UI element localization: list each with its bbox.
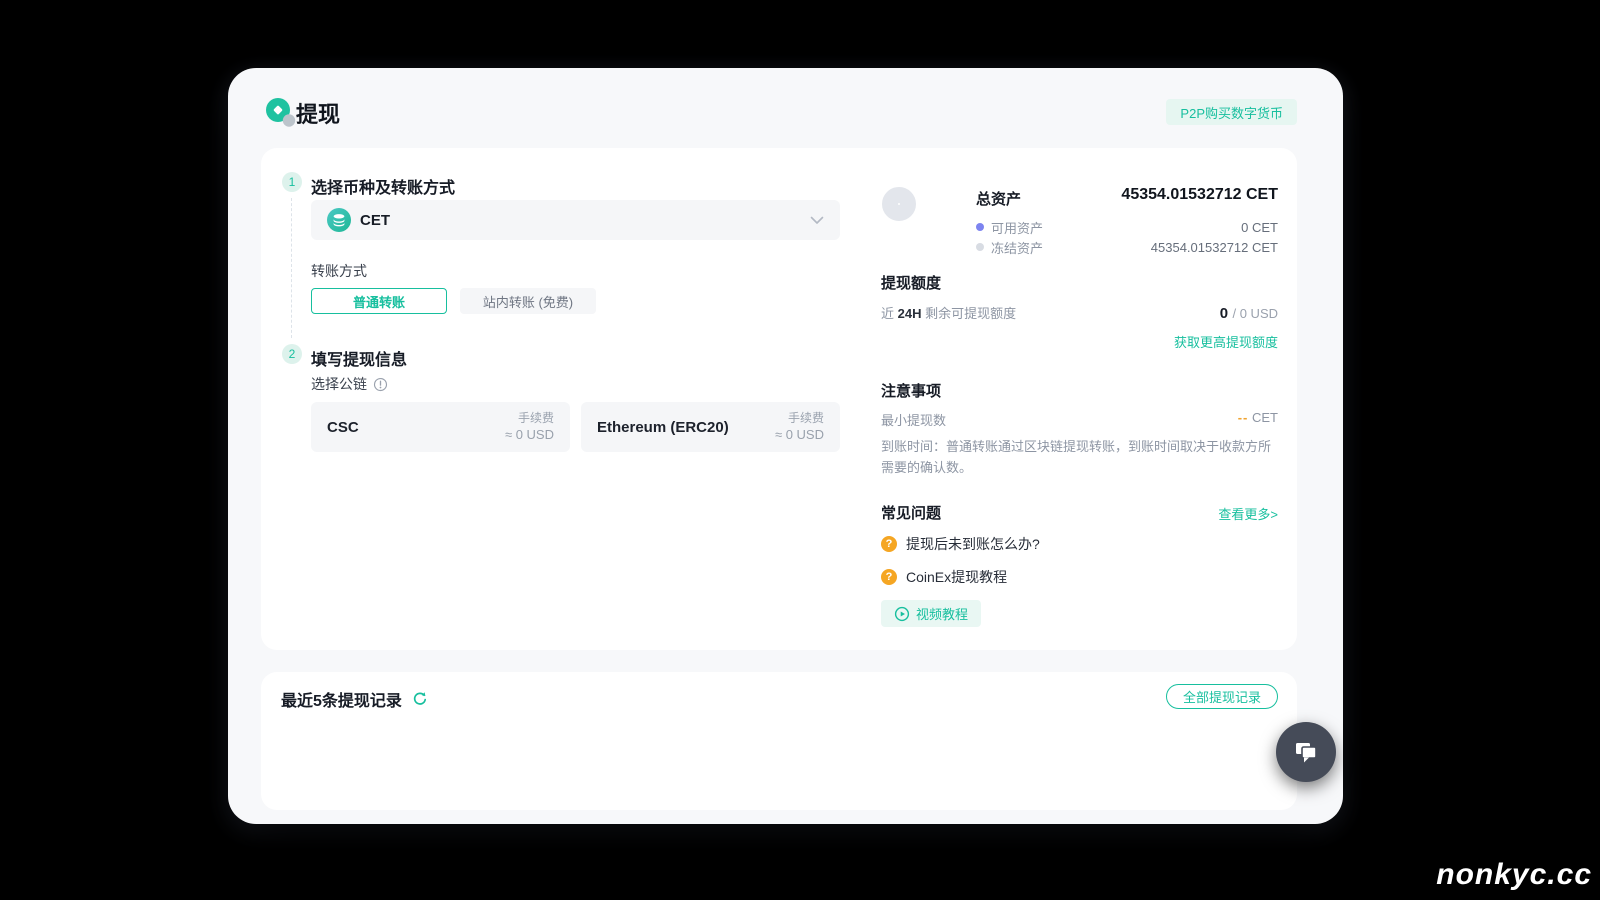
records-card: 最近5条提现记录 全部提现记录	[261, 672, 1297, 810]
question-icon: ?	[881, 569, 897, 585]
arrival-time-note: 到账时间：普通转账通过区块链提现转账，到账时间取决于收款方所需要的确认数。	[881, 436, 1278, 479]
fee-value: ≈ 0 USD	[775, 426, 824, 444]
available-legend-dot	[976, 223, 984, 231]
withdraw-main-card: 1 选择币种及转账方式 CET	[261, 148, 1297, 650]
fee-value: ≈ 0 USD	[505, 426, 554, 444]
faq-more-link[interactable]: 查看更多>	[1218, 504, 1278, 523]
records-title: 最近5条提现记录	[281, 687, 402, 711]
chain-fee: 手续费 ≈ 0 USD	[775, 410, 824, 444]
step-2-title: 填写提现信息	[311, 346, 407, 370]
page-title: 提现	[296, 97, 340, 129]
quota-section-title: 提现额度	[881, 272, 941, 293]
p2p-buy-button[interactable]: P2P购买数字货币	[1166, 99, 1297, 125]
all-records-button[interactable]: 全部提现记录	[1166, 684, 1278, 709]
available-assets-label: 可用资产	[991, 218, 1043, 237]
coin-select-dropdown[interactable]: CET	[311, 200, 840, 240]
min-withdrawal-label: 最小提现数	[881, 410, 946, 429]
frozen-assets-value: 45354.01532712 CET	[1151, 240, 1278, 255]
quota-row: 近 24H 剩余可提现额度 0 / 0 USD	[881, 303, 1278, 323]
faq-item-text: 提现后未到账怎么办?	[906, 534, 1040, 554]
notes-section-title: 注意事项	[881, 380, 941, 401]
chat-bubbles-icon	[1291, 737, 1321, 767]
chat-support-button[interactable]	[1276, 722, 1336, 782]
asset-donut-chart	[882, 187, 916, 221]
quota-value: 0 / 0 USD	[1220, 305, 1278, 323]
frozen-assets-row: 冻结资产 45354.01532712 CET	[976, 239, 1278, 255]
header: 提现 P2P购买数字货币	[228, 68, 1343, 148]
info-panel: 总资产 45354.01532712 CET 可用资产 0 CET 冻结资产 4…	[881, 148, 1278, 650]
records-title-row: 最近5条提现记录	[281, 687, 428, 711]
faq-section-title: 常见问题	[881, 502, 941, 523]
chain-select-label-row: 选择公链	[311, 374, 388, 394]
info-icon[interactable]	[373, 377, 388, 392]
chain-cards: CSC 手续费 ≈ 0 USD Ethereum (ERC20) 手续费 ≈ 0…	[311, 402, 840, 452]
min-withdrawal-value: -- CET	[1238, 410, 1278, 429]
page-background: { "header": { "title": "提现", "p2p_button…	[0, 0, 1600, 900]
transfer-option-normal[interactable]: 普通转账	[311, 288, 447, 314]
frozen-assets-label: 冻结资产	[991, 238, 1043, 257]
transfer-method-options: 普通转账 站内转账 (免费)	[311, 288, 596, 314]
video-tutorial-label: 视频教程	[916, 604, 968, 623]
coin-logo-icon	[265, 97, 297, 129]
video-tutorial-button[interactable]: 视频教程	[881, 600, 981, 627]
available-assets-value: 0 CET	[1241, 220, 1278, 235]
total-assets-value: 45354.01532712 CET	[1121, 186, 1278, 204]
higher-quota-link[interactable]: 获取更高提现额度	[1174, 332, 1278, 351]
available-assets-row: 可用资产 0 CET	[976, 219, 1278, 235]
chain-name: Ethereum (ERC20)	[597, 419, 729, 436]
faq-item-tutorial[interactable]: ? CoinEx提现教程	[881, 567, 1007, 587]
chain-card-ethereum[interactable]: Ethereum (ERC20) 手续费 ≈ 0 USD	[581, 402, 840, 452]
step-1-title: 选择币种及转账方式	[311, 174, 455, 198]
faq-item-text: CoinEx提现教程	[906, 567, 1007, 587]
refresh-icon[interactable]	[412, 691, 428, 707]
chain-select-label: 选择公链	[311, 374, 367, 394]
watermark: nonkyc.cc	[1436, 858, 1592, 892]
frozen-legend-dot	[976, 243, 984, 251]
withdraw-window: 提现 P2P购买数字货币 1 选择币种及转账方式	[228, 68, 1343, 824]
quota-description: 近 24H 剩余可提现额度	[881, 303, 1016, 322]
chevron-down-icon	[810, 216, 824, 225]
chain-name: CSC	[327, 419, 359, 436]
question-icon: ?	[881, 536, 897, 552]
step-1-badge: 1	[282, 172, 302, 192]
chain-fee: 手续费 ≈ 0 USD	[505, 410, 554, 444]
cet-coin-icon	[327, 208, 351, 232]
fee-label: 手续费	[775, 410, 824, 426]
min-withdrawal-row: 最小提现数 -- CET	[881, 410, 1278, 429]
faq-item-not-arrived[interactable]: ? 提现后未到账怎么办?	[881, 534, 1040, 554]
fee-label: 手续费	[505, 410, 554, 426]
transfer-method-label: 转账方式	[311, 261, 367, 281]
chain-card-csc[interactable]: CSC 手续费 ≈ 0 USD	[311, 402, 570, 452]
play-icon	[894, 606, 910, 622]
step-2-badge: 2	[282, 344, 302, 364]
transfer-option-internal[interactable]: 站内转账 (免费)	[460, 288, 596, 314]
total-assets-label: 总资产	[976, 188, 1021, 209]
selected-coin-label: CET	[360, 212, 390, 229]
step-connector-line	[291, 198, 292, 338]
